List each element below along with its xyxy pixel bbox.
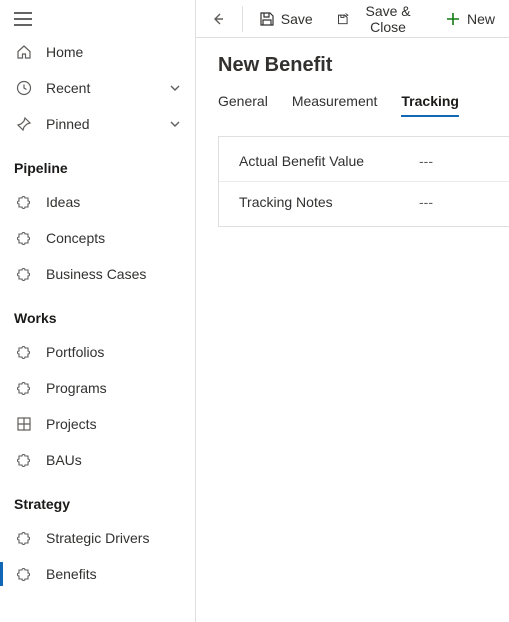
puzzle-icon — [14, 530, 34, 546]
sidebar-item-label: Pinned — [46, 116, 169, 132]
sidebar-item-label: Projects — [46, 416, 181, 432]
sidebar-item-concepts[interactable]: Concepts — [0, 220, 195, 256]
sidebar-item-benefits[interactable]: Benefits — [0, 556, 195, 592]
field-tracking-notes[interactable]: Tracking Notes --- — [219, 182, 509, 222]
tab-measurement[interactable]: Measurement — [292, 87, 378, 117]
sidebar-item-home[interactable]: Home — [0, 34, 195, 70]
puzzle-icon — [14, 230, 34, 246]
save-close-button[interactable]: Save & Close — [327, 0, 431, 41]
save-icon — [259, 11, 275, 27]
sidebar-item-portfolios[interactable]: Portfolios — [0, 334, 195, 370]
field-label: Actual Benefit Value — [239, 153, 419, 169]
sidebar-item-programs[interactable]: Programs — [0, 370, 195, 406]
puzzle-icon — [14, 194, 34, 210]
arrow-left-icon — [210, 11, 226, 27]
chevron-down-icon — [169, 82, 181, 94]
home-icon — [14, 44, 34, 60]
puzzle-icon — [14, 452, 34, 468]
field-actual-benefit-value[interactable]: Actual Benefit Value --- — [219, 141, 509, 182]
save-button-label: Save — [281, 11, 313, 27]
sidebar-item-label: Home — [46, 44, 181, 60]
tab-general[interactable]: General — [218, 87, 268, 117]
form-area: Actual Benefit Value --- Tracking Notes … — [218, 136, 509, 227]
sidebar-item-label: Programs — [46, 380, 181, 396]
puzzle-icon — [14, 566, 34, 582]
save-close-button-label: Save & Close — [355, 3, 421, 35]
hamburger-button[interactable] — [0, 4, 195, 34]
field-value: --- — [419, 153, 433, 169]
sidebar-item-strategic-drivers[interactable]: Strategic Drivers — [0, 520, 195, 556]
tabs: General Measurement Tracking — [196, 87, 509, 124]
sidebar: Home Recent Pinned Pipeline Ideas Concep… — [0, 0, 196, 622]
main-content: Save Save & Close New New Benefit Genera… — [196, 0, 509, 622]
sidebar-item-label: Strategic Drivers — [46, 530, 181, 546]
page-title: New Benefit — [196, 38, 509, 87]
sidebar-section-pipeline: Pipeline — [0, 142, 195, 184]
sidebar-item-pinned[interactable]: Pinned — [0, 106, 195, 142]
sidebar-section-works: Works — [0, 292, 195, 334]
sidebar-item-ideas[interactable]: Ideas — [0, 184, 195, 220]
sidebar-item-label: Benefits — [46, 566, 181, 582]
sidebar-item-label: Ideas — [46, 194, 181, 210]
sidebar-section-strategy: Strategy — [0, 478, 195, 520]
pin-icon — [14, 116, 34, 132]
sidebar-item-label: Portfolios — [46, 344, 181, 360]
field-value: --- — [419, 194, 433, 210]
sidebar-item-recent[interactable]: Recent — [0, 70, 195, 106]
sidebar-item-label: Business Cases — [46, 266, 181, 282]
sidebar-item-label: Concepts — [46, 230, 181, 246]
toolbar: Save Save & Close New — [196, 0, 509, 38]
new-button[interactable]: New — [435, 5, 505, 33]
menu-icon — [14, 12, 32, 26]
field-label: Tracking Notes — [239, 194, 419, 210]
sidebar-item-projects[interactable]: Projects — [0, 406, 195, 442]
tab-tracking[interactable]: Tracking — [401, 87, 459, 117]
puzzle-icon — [14, 344, 34, 360]
sidebar-item-baus[interactable]: BAUs — [0, 442, 195, 478]
puzzle-icon — [14, 380, 34, 396]
sidebar-item-label: BAUs — [46, 452, 181, 468]
sidebar-item-label: Recent — [46, 80, 169, 96]
save-button[interactable]: Save — [249, 5, 323, 33]
plus-icon — [445, 11, 461, 27]
clock-icon — [14, 80, 34, 96]
puzzle-icon — [14, 266, 34, 282]
grid-icon — [14, 416, 34, 432]
new-button-label: New — [467, 11, 495, 27]
save-close-icon — [337, 11, 349, 27]
chevron-down-icon — [169, 118, 181, 130]
back-button[interactable] — [200, 5, 236, 33]
toolbar-separator — [242, 6, 243, 32]
sidebar-item-business-cases[interactable]: Business Cases — [0, 256, 195, 292]
